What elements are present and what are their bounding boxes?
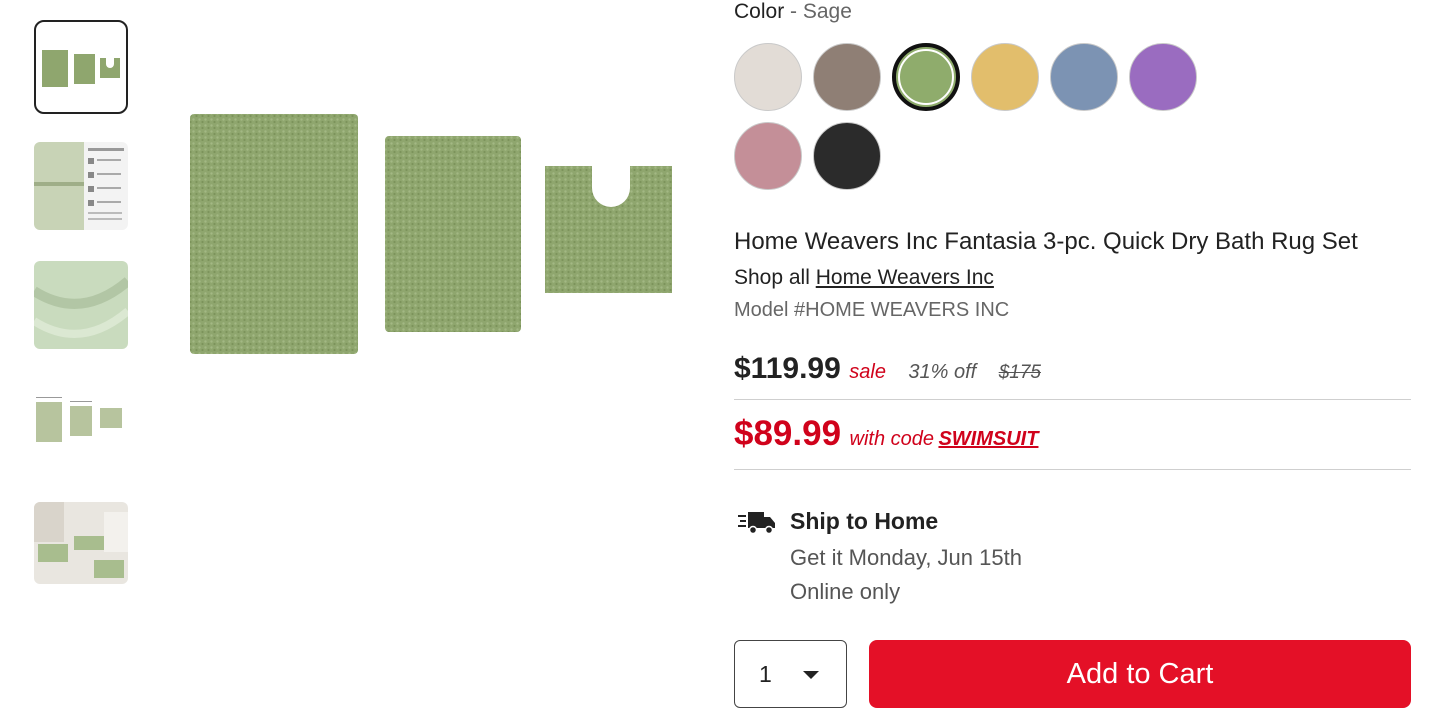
color-label: Color [734, 0, 785, 23]
price-row: $119.99 sale 31% off $175 [734, 352, 1411, 400]
model-number: Model #HOME WEAVERS INC [734, 299, 1010, 321]
swatch-ivory[interactable] [734, 43, 802, 111]
texture-closeup-thumbnail [34, 261, 128, 349]
selected-color-name: Sage [802, 0, 852, 23]
shop-all-row: Shop all Home Weavers Inc [734, 266, 994, 290]
room-scene-thumbnail [34, 502, 128, 584]
thumbnail-4[interactable] [34, 392, 128, 452]
rug-set-thumbnail [42, 50, 120, 87]
swatch-gold[interactable] [971, 43, 1039, 111]
dimensions-thumbnail [34, 392, 128, 452]
add-to-cart-button[interactable]: Add to Cart [869, 640, 1411, 708]
swatch-rose[interactable] [734, 122, 802, 190]
color-label-row: Color - Sage [734, 0, 852, 24]
color-separator: - [784, 0, 803, 23]
delivery-date: Get it Monday, Jun 15th [790, 545, 1022, 570]
thumbnail-2[interactable] [34, 142, 128, 230]
availability-note: Online only [790, 579, 901, 604]
shop-all-prefix: Shop all [734, 266, 810, 289]
promo-price: $89.99 [734, 414, 842, 453]
swatch-purple[interactable] [1129, 43, 1197, 111]
swatch-blue[interactable] [1050, 43, 1118, 111]
promo-text: with code [849, 428, 935, 450]
discount-percent: 31% off [908, 361, 977, 383]
swatch-sage[interactable] [892, 43, 960, 111]
sale-label: sale [849, 361, 886, 383]
ship-to-home-title: Ship to Home [790, 508, 939, 534]
chevron-down-icon [803, 671, 819, 679]
thumbnail-5[interactable] [34, 502, 128, 584]
original-price: $175 [998, 362, 1041, 383]
main-product-image [180, 100, 680, 370]
bath-rug-set-image [190, 114, 672, 354]
swatch-black[interactable] [813, 122, 881, 190]
promo-row: $89.99 with code SWIMSUIT [734, 414, 1411, 470]
product-title: Home Weavers Inc Fantasia 3-pc. Quick Dr… [734, 228, 1358, 255]
brand-link[interactable]: Home Weavers Inc [816, 266, 994, 289]
delivery-truck-icon [738, 512, 775, 535]
swatch-mocha[interactable] [813, 43, 881, 111]
promo-code-link[interactable]: SWIMSUIT [938, 428, 1038, 450]
thumbnail-3[interactable] [34, 261, 128, 349]
sale-price: $119.99 [734, 352, 841, 385]
quantity-select[interactable]: 1 [734, 640, 847, 708]
care-instructions-thumbnail [34, 142, 128, 230]
quantity-value: 1 [759, 661, 772, 687]
thumbnail-1[interactable] [34, 20, 128, 114]
